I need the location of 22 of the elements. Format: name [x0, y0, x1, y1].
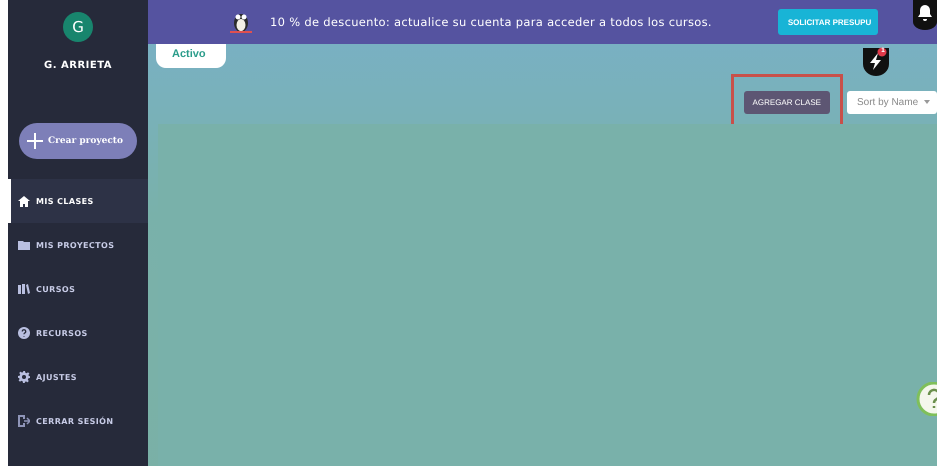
create-project-button[interactable]: Crear proyecto	[19, 123, 137, 159]
help-button-icon[interactable]	[915, 382, 937, 416]
exit-icon	[18, 415, 30, 427]
home-icon	[18, 196, 30, 206]
folder-icon	[18, 240, 30, 250]
bell-icon[interactable]	[913, 0, 937, 30]
help-icon	[18, 327, 30, 339]
user-name: G. ARRIETA	[44, 60, 112, 71]
nav-item[interactable]: RECURSOS	[8, 311, 148, 355]
nav-item[interactable]: AJUSTES	[8, 355, 148, 399]
books-icon	[18, 284, 30, 294]
plus-icon	[27, 133, 43, 149]
nav-item[interactable]: MIS PROYECTOS	[8, 223, 148, 267]
sort-dropdown[interactable]: Sort by Name	[847, 90, 937, 114]
nav-item[interactable]: MIS CLASES	[8, 179, 148, 223]
caret-icon	[924, 100, 930, 104]
nav-item[interactable]: CURSOS	[8, 267, 148, 311]
nav-item[interactable]: CERRAR SESIÓN	[8, 399, 148, 443]
promo-text: 10 % de descuento: actualice su cuenta para acceder a todos los cursos.	[270, 15, 712, 29]
add-class-button[interactable]: AGREGAR CLASE	[744, 91, 830, 114]
user-avatar: G	[63, 12, 93, 42]
gear-icon	[18, 371, 30, 383]
